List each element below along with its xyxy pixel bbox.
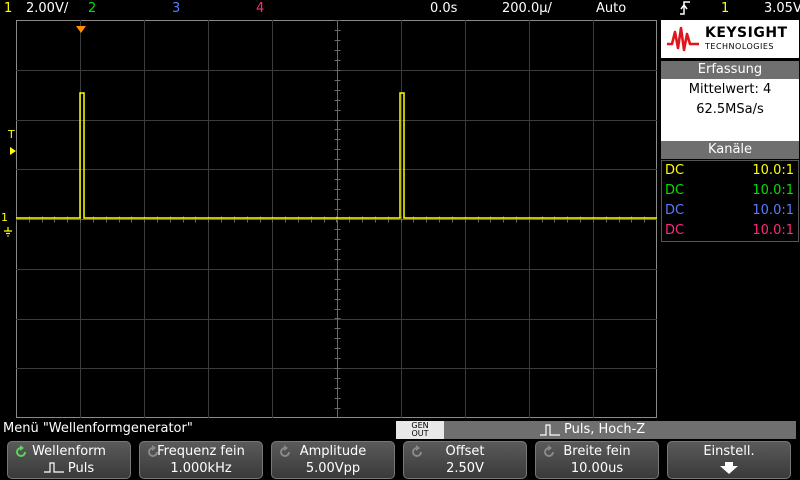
status-bar: 1 2.00V/ 2 3 4 0.0s 200.0µ/ Auto 1 3.05V (0, 0, 800, 18)
channel-row-3[interactable]: DC 10.0:1 (662, 201, 798, 221)
gen-out-line2: OUT (411, 429, 429, 438)
pulse-wave-icon (43, 462, 64, 473)
softkey-settings-title: Einstell. (703, 444, 755, 459)
softkey-waveform-title: Wellenform (32, 444, 106, 459)
trigger-source[interactable]: 1 (721, 1, 729, 16)
generator-status: Puls, Hoch-Z (564, 422, 646, 437)
softkey-frequency-fine[interactable]: Frequenz fein 1.000kHz (139, 441, 263, 479)
softkey-amplitude-title: Amplitude (299, 444, 367, 459)
trigger-edge-rising-icon (679, 0, 691, 20)
softkey-waveform-value-text: Puls (67, 461, 95, 476)
channel-row-4[interactable]: DC 10.0:1 (662, 221, 798, 241)
softkey-offset-title: Offset (445, 444, 485, 459)
menu-title: Menü "Wellenformgenerator" (3, 421, 193, 436)
softkey-frequency-title: Frequenz fein (157, 444, 245, 459)
softkey-waveform[interactable]: Wellenform Puls (7, 441, 131, 479)
softkey-width-title: Breite fein (563, 444, 631, 459)
gen-out-indicator[interactable]: GEN OUT (396, 421, 444, 439)
submenu-arrow-down-icon (668, 462, 790, 478)
sample-rate: 62.5MSa/s (696, 102, 764, 117)
ch4-coupling: DC (665, 223, 685, 238)
trigger-position-marker[interactable] (76, 19, 86, 38)
acquisition-header[interactable]: Erfassung (661, 61, 799, 79)
waveform-display[interactable] (16, 20, 657, 418)
softkey-offset-value: 2.50V (446, 461, 484, 476)
softkey-waveform-value: Puls (8, 461, 130, 476)
softkey-amplitude-value: 5.00Vpp (305, 461, 361, 476)
generator-status-bar: Puls, Hoch-Z (444, 421, 796, 439)
acquisition-mode: Mittelwert: 4 (688, 82, 772, 97)
horizontal-delay[interactable]: 0.0s (430, 1, 457, 16)
softkey-offset[interactable]: Offset 2.50V (403, 441, 527, 479)
logo-brand: KEYSIGHT (705, 25, 788, 41)
trigger-level-arrow-icon (10, 140, 16, 159)
ch4-probe: 10.0:1 (752, 223, 794, 238)
softkey-width-fine[interactable]: Breite fein 10.00us (535, 441, 659, 479)
acquisition-panel[interactable]: Mittelwert: 4 62.5MSa/s (661, 79, 799, 141)
ch1-number[interactable]: 1 (4, 1, 12, 16)
ch3-probe: 10.0:1 (752, 203, 794, 218)
ch1-scale[interactable]: 2.00V/ (26, 1, 68, 16)
ground-icon (3, 222, 13, 241)
logo-sub: TECHNOLOGIES (705, 42, 774, 51)
keysight-logo: KEYSIGHT TECHNOLOGIES (661, 20, 799, 58)
channels-list[interactable]: DC 10.0:1 DC 10.0:1 DC 10.0:1 DC 10.0:1 (661, 160, 799, 242)
ch2-number[interactable]: 2 (88, 1, 96, 16)
timebase-scale[interactable]: 200.0µ/ (502, 1, 552, 16)
ch1-coupling: DC (665, 163, 685, 178)
channel-row-1[interactable]: DC 10.0:1 (662, 161, 798, 181)
softkey-width-value: 10.00us (570, 461, 624, 476)
softkey-settings[interactable]: Einstell. (667, 441, 791, 479)
ch3-number[interactable]: 3 (172, 1, 180, 16)
trigger-mode[interactable]: Auto (596, 1, 626, 16)
ch2-coupling: DC (665, 183, 685, 198)
softkey-amplitude[interactable]: Amplitude 5.00Vpp (271, 441, 395, 479)
ch1-probe: 10.0:1 (752, 163, 794, 178)
ch2-probe: 10.0:1 (752, 183, 794, 198)
trigger-level[interactable]: 3.05V (764, 1, 800, 16)
channel-row-2[interactable]: DC 10.0:1 (662, 181, 798, 201)
ch3-coupling: DC (665, 203, 685, 218)
keysight-wave-logo (667, 26, 699, 52)
channels-header[interactable]: Kanäle (661, 141, 799, 159)
pulse-wave-icon (540, 424, 560, 436)
softkey-frequency-value: 1.000kHz (170, 461, 232, 476)
ch4-number[interactable]: 4 (256, 1, 264, 16)
